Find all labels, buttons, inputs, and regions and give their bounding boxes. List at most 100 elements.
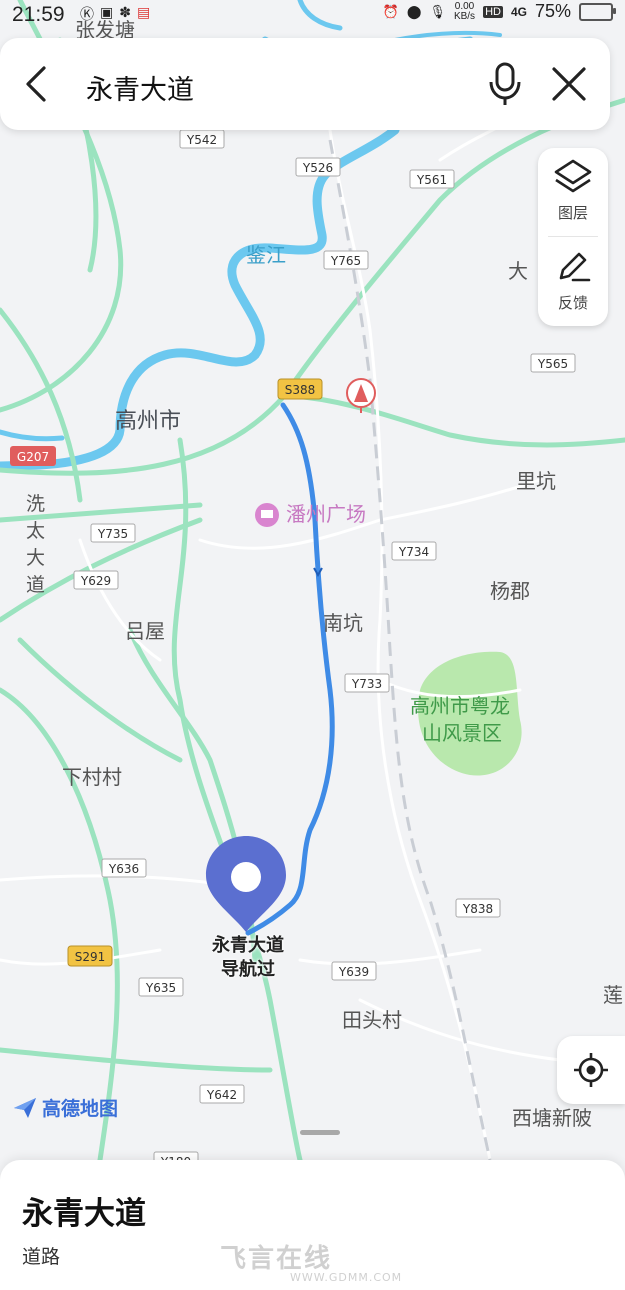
paw-icon: ✽ [119, 4, 131, 20]
watermark-text: 飞言在线 [220, 1244, 333, 1274]
place-label-gaozhou[interactable]: 高州市 [115, 409, 181, 434]
road-shield-y733[interactable]: Y733 [344, 673, 390, 693]
svg-text:Y838: Y838 [462, 902, 493, 916]
place-label-likeng[interactable]: 里坑 [516, 469, 556, 493]
svg-text:S291: S291 [75, 950, 106, 964]
notification-icons: Ⓚ ▣ ✽ ▤ [80, 4, 150, 24]
scenic-label-line1[interactable]: 高州市粤龙 [410, 694, 510, 718]
place-label-xiacun[interactable]: 下村村 [62, 765, 122, 789]
net-speed-unit: KB/s [453, 10, 476, 22]
microphone-status-icon: 🎙 [429, 3, 446, 19]
pin-label: 永青大道 导航过 [180, 934, 316, 982]
pin-label-name: 永青大道 [212, 935, 284, 956]
road-shield-y838[interactable]: Y838 [455, 898, 501, 918]
layers-icon [554, 159, 592, 193]
amap-logo-icon [14, 1097, 36, 1118]
search-bar: 永青大道 [0, 38, 610, 130]
close-button[interactable] [548, 63, 590, 105]
status-bar: 21:59 Ⓚ ▣ ✽ ▤ ⏰ ⬤ 🎙 0.00 KB/s HD 4G 75% [0, 0, 625, 28]
svg-text:Y561: Y561 [416, 173, 447, 187]
layers-label: 图层 [557, 204, 588, 222]
back-button[interactable] [18, 64, 58, 104]
layers-button[interactable]: 图层 [538, 148, 608, 234]
road-shield-y765[interactable]: Y765 [323, 250, 369, 270]
svg-text:Y636: Y636 [108, 862, 139, 876]
place-title: 永青大道 [22, 1196, 146, 1232]
road-shield-y735[interactable]: Y735 [90, 523, 136, 543]
road-label-tai[interactable]: 太 [26, 520, 45, 542]
hd-badge: HD [483, 5, 503, 18]
road-label-dao[interactable]: 道 [26, 574, 45, 596]
place-label-yangjun[interactable]: 杨郡 [490, 579, 530, 603]
system-icons: ⏰ ⬤ 🎙 0.00 KB/s HD 4G 75% [382, 1, 616, 22]
svg-text:Y765: Y765 [330, 254, 361, 268]
place-label-tiantou[interactable]: 田头村 [342, 1008, 402, 1032]
place-label-lvwu[interactable]: 吕屋 [125, 619, 165, 643]
battery-percent: 75% [534, 1, 571, 21]
brand-logo: 高德地图 [12, 1094, 118, 1121]
road-shield-y629[interactable]: Y629 [73, 570, 119, 590]
chevron-left-icon [26, 66, 46, 102]
road-shield-s388[interactable]: S388 [277, 378, 323, 400]
svg-text:Y635: Y635 [145, 981, 176, 995]
watermark-url: WWW.GDMM.COM [290, 1271, 403, 1284]
svg-text:Y733: Y733 [351, 677, 382, 691]
k-icon: Ⓚ [80, 6, 94, 22]
svg-text:Y735: Y735 [97, 527, 128, 541]
location-icon: ⬤ [406, 3, 422, 19]
svg-text:Y542: Y542 [186, 133, 217, 147]
alarm-icon: ⏰ [382, 3, 399, 19]
svg-text:G207: G207 [17, 450, 49, 464]
road-shield-y734[interactable]: Y734 [391, 541, 437, 561]
voice-search-button[interactable] [484, 60, 526, 108]
river-label: 鉴江 [246, 243, 286, 267]
status-time: 21:59 [12, 3, 65, 26]
road-shield-y565[interactable]: Y565 [530, 353, 576, 373]
news-icon: ▤ [136, 4, 151, 20]
road-label-xi[interactable]: 洗 [26, 493, 45, 515]
scenic-label-line2[interactable]: 山风景区 [422, 721, 502, 745]
crosshair-icon [574, 1053, 608, 1087]
svg-text:Y639: Y639 [338, 965, 369, 979]
watermark: 飞言在线 WWW.GDMM.COM [220, 1238, 402, 1284]
feedback-button[interactable]: 反馈 [538, 238, 608, 324]
place-label-lian[interactable]: 莲 [603, 983, 623, 1007]
svg-text:Y642: Y642 [206, 1088, 237, 1102]
place-type: 道路 [22, 1246, 61, 1268]
tv-icon: ▣ [100, 4, 114, 20]
place-label-xitang[interactable]: 西塘新陂 [512, 1106, 592, 1130]
net-speed: 0.00 KB/s [453, 1, 476, 22]
feedback-label: 反馈 [557, 294, 588, 312]
place-label-da[interactable]: 大 [508, 259, 528, 283]
road-shield-y639[interactable]: Y639 [331, 961, 377, 981]
close-icon [552, 67, 586, 101]
microphone-icon [489, 62, 521, 105]
road-label-da[interactable]: 大 [26, 547, 45, 569]
road-shield-y636[interactable]: Y636 [101, 858, 147, 878]
svg-text:Y629: Y629 [80, 574, 111, 588]
svg-text:Y565: Y565 [537, 357, 568, 371]
battery-icon [579, 2, 616, 21]
edit-pencil-icon [559, 252, 591, 282]
road-shield-s291[interactable]: S291 [67, 945, 113, 967]
road-shield-y526[interactable]: Y526 [295, 157, 341, 177]
road-shield-g207[interactable]: G207 [10, 446, 56, 466]
search-query[interactable]: 永青大道 [86, 68, 194, 107]
network-label: 4G [510, 4, 527, 19]
svg-text:Y526: Y526 [302, 161, 333, 175]
plaza-icon[interactable] [255, 503, 279, 527]
road-shield-y542[interactable]: Y542 [179, 129, 225, 149]
locate-me-button[interactable] [557, 1036, 625, 1104]
svg-text:Y734: Y734 [398, 545, 429, 559]
divider [548, 236, 598, 237]
poi-label-plaza[interactable]: 潘州广场 [286, 502, 366, 526]
sheet-drag-handle[interactable] [300, 1130, 340, 1135]
road-shield-y635[interactable]: Y635 [138, 977, 184, 997]
road-shield-y561[interactable]: Y561 [409, 169, 455, 189]
map-canvas[interactable]: 张发塘 高州市 里坑 杨郡 吕屋 南坑 下村村 田头村 西塘新陂 大 莲 洗 太… [0, 0, 625, 1280]
pin-label-sub: 导航过 [221, 959, 275, 980]
brand-name: 高德地图 [42, 1098, 119, 1120]
svg-text:S388: S388 [285, 383, 316, 397]
place-label-nankeng[interactable]: 南坑 [323, 611, 363, 635]
road-shield-y642[interactable]: Y642 [199, 1084, 245, 1104]
